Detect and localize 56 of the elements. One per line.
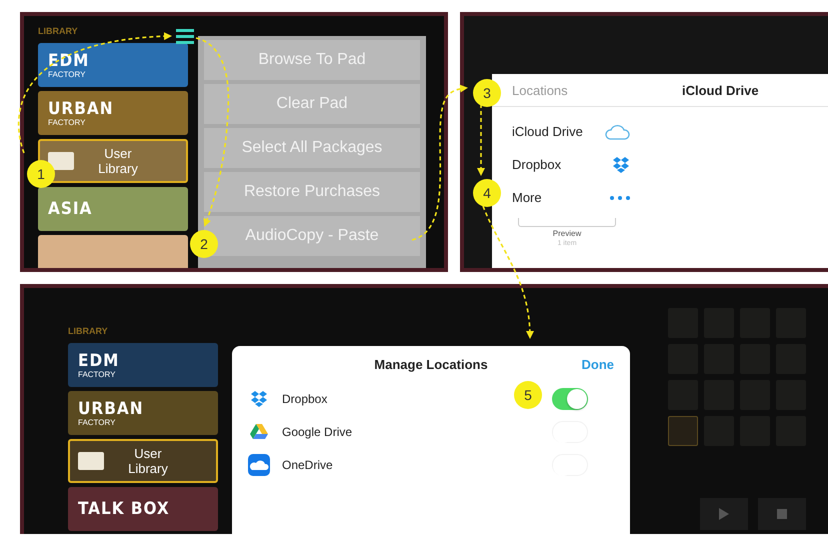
service-name: Google Drive — [282, 424, 352, 438]
tile-title: EDM — [78, 352, 120, 370]
cloud-icon — [604, 124, 630, 140]
library-heading: LIBRARY — [38, 25, 79, 38]
step-number-badge: 1 — [27, 160, 55, 188]
play-button[interactable] — [700, 498, 748, 530]
picker-title: iCloud Drive — [682, 82, 759, 98]
preview-label: Preview — [552, 229, 582, 238]
step-number-badge: 3 — [473, 79, 501, 107]
sound-pack-tile[interactable]: URBAN FACTORY — [38, 91, 188, 135]
sound-pack-tile[interactable]: EDM FACTORY — [68, 343, 218, 387]
sidebar-title: Locations — [511, 82, 569, 98]
pad-button[interactable] — [668, 416, 698, 446]
more-icon — [610, 196, 630, 200]
service-name: OneDrive — [282, 458, 333, 472]
location-name: iCloud Drive — [512, 124, 583, 139]
tile-subtitle: FACTORY — [48, 70, 86, 78]
drive-triangle-icon — [250, 424, 268, 440]
play-icon — [719, 508, 729, 520]
stop-button[interactable] — [758, 498, 806, 530]
location-item[interactable]: More — [512, 181, 642, 214]
folder-icon — [78, 452, 104, 470]
tile-title: EDM — [48, 52, 90, 70]
tile-title: URBAN — [48, 100, 114, 118]
step-number-badge: 2 — [190, 230, 218, 258]
stop-icon — [777, 509, 787, 519]
tile-title: TALK BOX — [78, 500, 170, 518]
tile-subtitle: FACTORY — [78, 370, 116, 378]
sound-pack-tile[interactable]: URBAN FACTORY — [68, 391, 218, 435]
sound-pack-tile[interactable]: EDM FACTORY — [38, 43, 188, 87]
tile-title: User Library — [97, 146, 139, 176]
folder-icon — [48, 152, 74, 170]
service-name: Dropbox — [282, 392, 328, 406]
dropbox-icon — [612, 156, 630, 172]
dialog-title: Manage Locations — [374, 356, 488, 372]
tile-subtitle: FACTORY — [48, 118, 86, 126]
library-heading: LIBRARY — [68, 325, 109, 338]
menu-icon[interactable] — [176, 28, 194, 44]
tile-title: URBAN — [78, 400, 144, 418]
location-item[interactable]: iCloud Drive — [512, 115, 642, 148]
folder-tile[interactable]: User Library — [68, 439, 218, 483]
tile-subtitle: FACTORY — [78, 418, 116, 426]
toggle-switch[interactable] — [552, 388, 588, 410]
dropbox-icon — [250, 390, 268, 406]
done-button[interactable]: Done — [582, 356, 614, 372]
cloud-app-icon — [248, 454, 270, 476]
location-name: More — [512, 190, 542, 205]
dashed-arrow — [477, 104, 485, 176]
tile-title: ASIA — [48, 200, 92, 218]
sound-pack-tile[interactable]: TALK BOX — [68, 487, 218, 531]
location-name: Dropbox — [512, 157, 562, 172]
step-number-badge: 4 — [473, 179, 501, 207]
tile-title: User Library — [127, 446, 169, 476]
location-item[interactable]: Dropbox — [512, 148, 642, 181]
sound-pack-tile[interactable] — [38, 235, 188, 268]
sound-pack-tile[interactable]: ASIA — [38, 187, 188, 231]
